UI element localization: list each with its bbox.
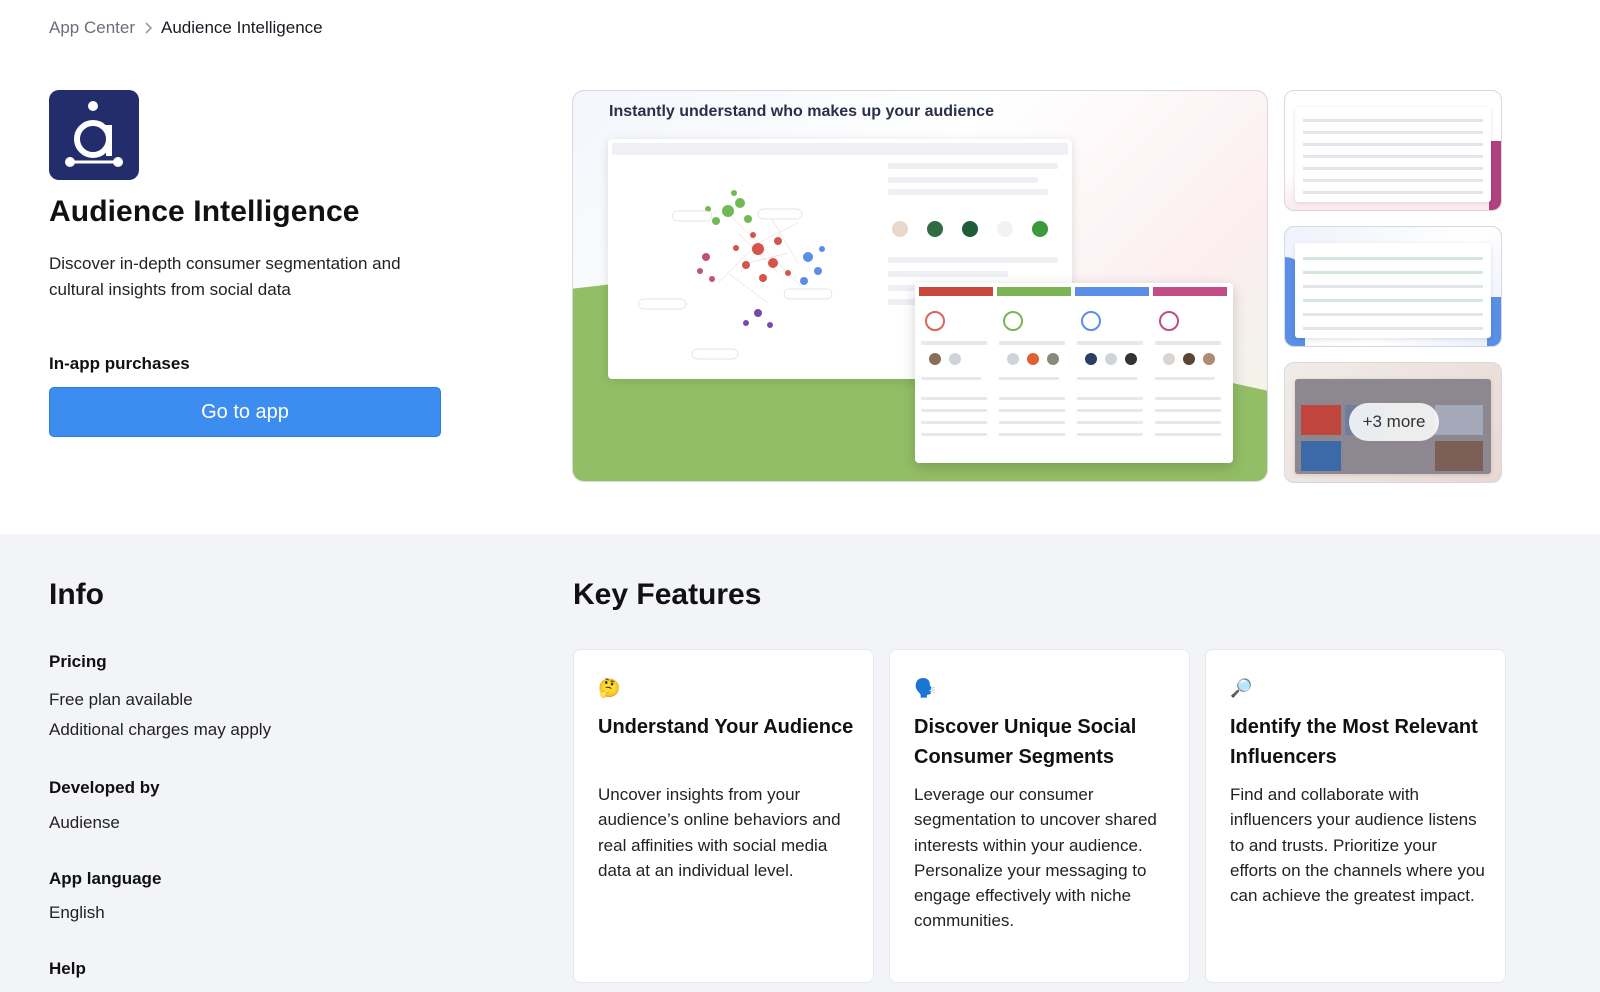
pricing-value-charges: Additional charges may apply xyxy=(49,720,272,739)
feature-card-title: Discover Unique Social Consumer Segments xyxy=(914,716,1137,768)
feature-card: 🤔 Understand Your Audience Uncover insig… xyxy=(573,649,874,983)
gallery-hero-image[interactable]: Instantly understand who makes up your a… xyxy=(572,90,1268,482)
feature-card-text: Find and collaborate with influencers yo… xyxy=(1230,785,1485,906)
breadcrumb-current: Audience Intelligence xyxy=(161,18,323,37)
feature-card-text: Uncover insights from your audience’s on… xyxy=(598,785,841,880)
feature-card-title: Understand Your Audience xyxy=(598,716,854,738)
key-features-heading: Key Features xyxy=(573,578,762,611)
pricing-label: Pricing xyxy=(49,652,107,671)
language-label: App language xyxy=(49,869,162,888)
feature-card-text: Leverage our consumer segmentation to un… xyxy=(914,785,1157,931)
developer-label: Developed by xyxy=(49,778,160,797)
breadcrumb: App Center Audience Intelligence xyxy=(49,18,323,38)
chevron-right-icon xyxy=(135,21,161,35)
feature-card-title: Identify the Most Relevant Influencers xyxy=(1230,716,1478,768)
language-value: English xyxy=(49,903,105,922)
in-app-purchases-label: In-app purchases xyxy=(49,354,190,373)
hero-segments-panel xyxy=(915,283,1233,463)
gallery-thumbnail-more[interactable]: +3 more xyxy=(1284,362,1502,483)
thinking-face-icon: 🤔 xyxy=(598,678,621,698)
app-title: Audience Intelligence xyxy=(49,195,360,228)
info-heading: Info xyxy=(49,578,104,611)
help-label: Help xyxy=(49,959,86,978)
gallery-thumbnail-1[interactable] xyxy=(1284,90,1502,211)
hero-caption: Instantly understand who makes up your a… xyxy=(609,103,994,120)
app-logo xyxy=(49,90,139,180)
feature-card: 🗣️ Discover Unique Social Consumer Segme… xyxy=(889,649,1190,983)
breadcrumb-app-center-link[interactable]: App Center xyxy=(49,18,135,38)
magnifying-glass-icon: 🔎 xyxy=(1230,678,1253,698)
gallery-thumbnail-2[interactable] xyxy=(1284,226,1502,347)
details-section: Info Pricing Free plan available Additio… xyxy=(0,534,1600,992)
app-description: Discover in-depth consumer segmentation … xyxy=(49,254,401,299)
developer-value: Audiense xyxy=(49,813,120,832)
speaking-head-icon: 🗣️ xyxy=(914,678,937,698)
go-to-app-button[interactable]: Go to app xyxy=(49,387,441,437)
more-images-badge: +3 more xyxy=(1349,403,1439,441)
pricing-value-free: Free plan available xyxy=(49,690,193,709)
feature-card: 🔎 Identify the Most Relevant Influencers… xyxy=(1205,649,1506,983)
